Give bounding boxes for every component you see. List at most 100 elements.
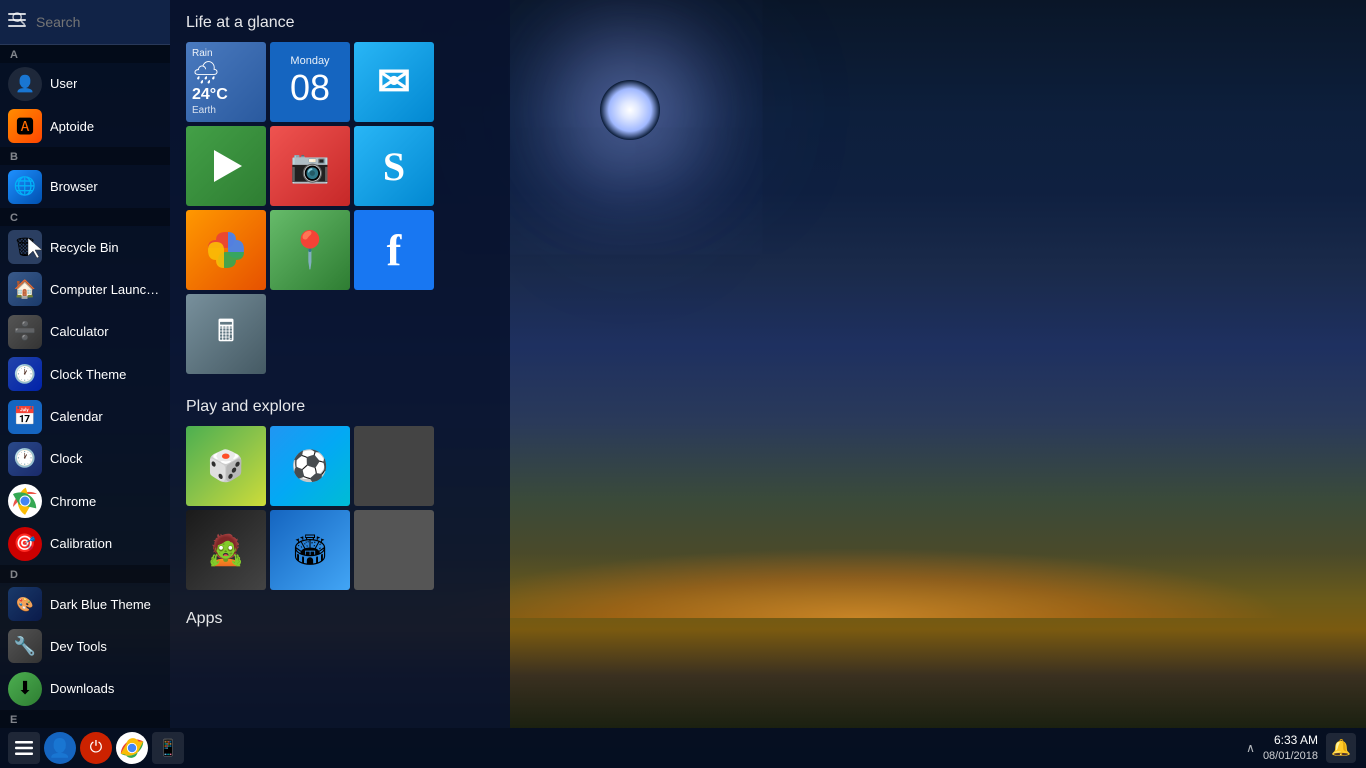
user-icon: 👤 <box>8 67 42 101</box>
chrome-taskbar-button[interactable] <box>116 732 148 764</box>
calendar-icon: 📅 <box>8 400 42 434</box>
gmail-icon: ✉ <box>377 59 411 105</box>
downloads-label: Downloads <box>50 681 114 696</box>
chrome-label: Chrome <box>50 494 96 509</box>
sidebar-item-calendar[interactable]: 📅 Calendar <box>0 395 170 437</box>
dev-tools-icon: 🔧 <box>8 629 42 663</box>
power-taskbar-button[interactable]: ⏻ <box>80 732 112 764</box>
skype-icon: S <box>383 143 405 190</box>
start-button[interactable] <box>8 732 40 764</box>
taskbar-time-display: 6:33 AM 08/01/2018 <box>1263 733 1318 763</box>
user-label: User <box>50 76 77 91</box>
skype-tile[interactable]: S <box>354 126 434 206</box>
calc2-icon: 🖩 <box>217 309 235 360</box>
play-icon <box>206 146 246 186</box>
recycle-bin-label: Recycle Bin <box>50 240 119 255</box>
hamburger-icon <box>15 739 33 757</box>
clock-label: Clock <box>50 451 83 466</box>
glance-grid: Rain 🌧 24°C Earth Monday 08 ✉ 📷 S <box>170 42 510 384</box>
explore-tile-zombie[interactable]: 🧟 <box>186 510 266 590</box>
weather-icon: 🌧 <box>192 60 220 86</box>
app-taskbar-icon: 📱 <box>158 738 178 758</box>
sidebar-item-dev-tools[interactable]: 🔧 Dev Tools <box>0 625 170 667</box>
main-panel: Life at a glance Rain 🌧 24°C Earth Monda… <box>170 0 510 728</box>
sidebar-item-user[interactable]: 👤 User <box>0 63 170 105</box>
play-tile[interactable] <box>186 126 266 206</box>
explore-icon-1: 🎲 <box>207 449 244 484</box>
weather-tile[interactable]: Rain 🌧 24°C Earth <box>186 42 266 122</box>
explore-tile-1[interactable]: 🎲 <box>186 426 266 506</box>
recycle-bin-icon: 🗑 <box>8 230 42 264</box>
calendar-tile[interactable]: Monday 08 <box>270 42 350 122</box>
browser-icon: 🌐 <box>8 170 42 204</box>
section-letter-e: E <box>0 710 170 728</box>
apps-title: Apps <box>170 600 510 634</box>
sidebar-item-downloads[interactable]: ⬇ Downloads <box>0 668 170 710</box>
sidebar-item-calculator[interactable]: ➗ Calculator <box>0 311 170 353</box>
section-letter-c: C <box>0 208 170 226</box>
date-value: 08/01/2018 <box>1263 749 1318 763</box>
calc2-tile[interactable]: 🖩 <box>186 294 266 374</box>
clock-theme-label: Clock Theme <box>50 367 126 382</box>
notification-icon: 🔔 <box>1331 738 1351 758</box>
sidebar-item-aptoide[interactable]: 🅰 Aptoide <box>0 105 170 147</box>
sidebar-item-clock-theme[interactable]: 🕐 Clock Theme <box>0 353 170 395</box>
time-value: 6:33 AM <box>1263 733 1318 749</box>
search-input[interactable] <box>36 14 160 30</box>
weather-location: Earth <box>192 105 216 116</box>
browser-label: Browser <box>50 179 98 194</box>
facebook-icon: f <box>387 225 402 276</box>
explore-tile-stadium[interactable]: 🏟 <box>270 510 350 590</box>
sidebar-item-computer-launcher[interactable]: 🏠 Computer Launcher <box>0 268 170 310</box>
taskbar-left: 👤 ⏻ 📱 <box>0 732 184 764</box>
gmail-tile[interactable]: ✉ <box>354 42 434 122</box>
sidebar: A 👤 User 🅰 Aptoide B 🌐 Browser C 🗑 Recyc… <box>0 0 170 728</box>
notification-button[interactable]: 🔔 <box>1326 733 1356 763</box>
chrome-icon <box>8 484 42 518</box>
calculator-label: Calculator <box>50 324 109 339</box>
aptoide-label: Aptoide <box>50 119 94 134</box>
contacts-icon: 👤 <box>49 738 71 759</box>
contacts-taskbar-button[interactable]: 👤 <box>44 732 76 764</box>
sidebar-item-recycle-bin[interactable]: 🗑 Recycle Bin <box>0 226 170 268</box>
dev-tools-label: Dev Tools <box>50 639 107 654</box>
sidebar-item-dark-blue[interactable]: 🎨 Dark Blue Theme <box>0 583 170 625</box>
weather-temp: 24°C <box>192 86 228 104</box>
explore-icon-stadium: 🏟 <box>291 533 329 568</box>
calculator-icon: ➗ <box>8 315 42 349</box>
sidebar-item-browser[interactable]: 🌐 Browser <box>0 165 170 207</box>
sidebar-item-calibration[interactable]: 🎯 Calibration <box>0 522 170 564</box>
taskbar: 👤 ⏻ 📱 ∧ 6:33 AM 08/01/2018 <box>0 728 1366 768</box>
taskbar-right: ∧ 6:33 AM 08/01/2018 🔔 <box>1246 733 1366 763</box>
calibration-icon: 🎯 <box>8 527 42 561</box>
computer-launcher-icon: 🏠 <box>8 272 42 306</box>
show-hidden-icons-button[interactable]: ∧ <box>1246 741 1255 755</box>
section-letter-b: B <box>0 147 170 165</box>
camera-icon: 📷 <box>290 147 330 185</box>
app-taskbar-button[interactable]: 📱 <box>152 732 184 764</box>
chrome-taskbar-icon <box>117 733 147 763</box>
facebook-tile[interactable]: f <box>354 210 434 290</box>
dark-blue-label: Dark Blue Theme <box>50 597 151 612</box>
explore-tile-6[interactable] <box>354 510 434 590</box>
sidebar-item-chrome[interactable]: Chrome <box>0 480 170 522</box>
explore-icon-2: ⚽ <box>291 449 328 484</box>
camera-tile[interactable]: 📷 <box>270 126 350 206</box>
maps-icon: 📍 <box>288 229 333 271</box>
sidebar-item-clock[interactable]: 🕐 Clock <box>0 438 170 480</box>
weather-condition: Rain <box>192 48 213 59</box>
photos-tile[interactable] <box>186 210 266 290</box>
hamburger-menu-button[interactable] <box>8 13 26 27</box>
maps-tile[interactable]: 📍 <box>270 210 350 290</box>
computer-launcher-label: Computer Launcher <box>50 282 162 297</box>
calendar-label: Calendar <box>50 409 103 424</box>
play-explore-title: Play and explore <box>170 384 510 426</box>
explore-tile-3[interactable] <box>354 426 434 506</box>
life-at-glance-title: Life at a glance <box>170 0 510 42</box>
section-letter-a: A <box>0 45 170 63</box>
clock-theme-icon: 🕐 <box>8 357 42 391</box>
cal-day: Monday <box>290 55 329 67</box>
explore-tile-2[interactable]: ⚽ <box>270 426 350 506</box>
cal-num: 08 <box>290 67 330 109</box>
aptoide-icon: 🅰 <box>8 109 42 143</box>
